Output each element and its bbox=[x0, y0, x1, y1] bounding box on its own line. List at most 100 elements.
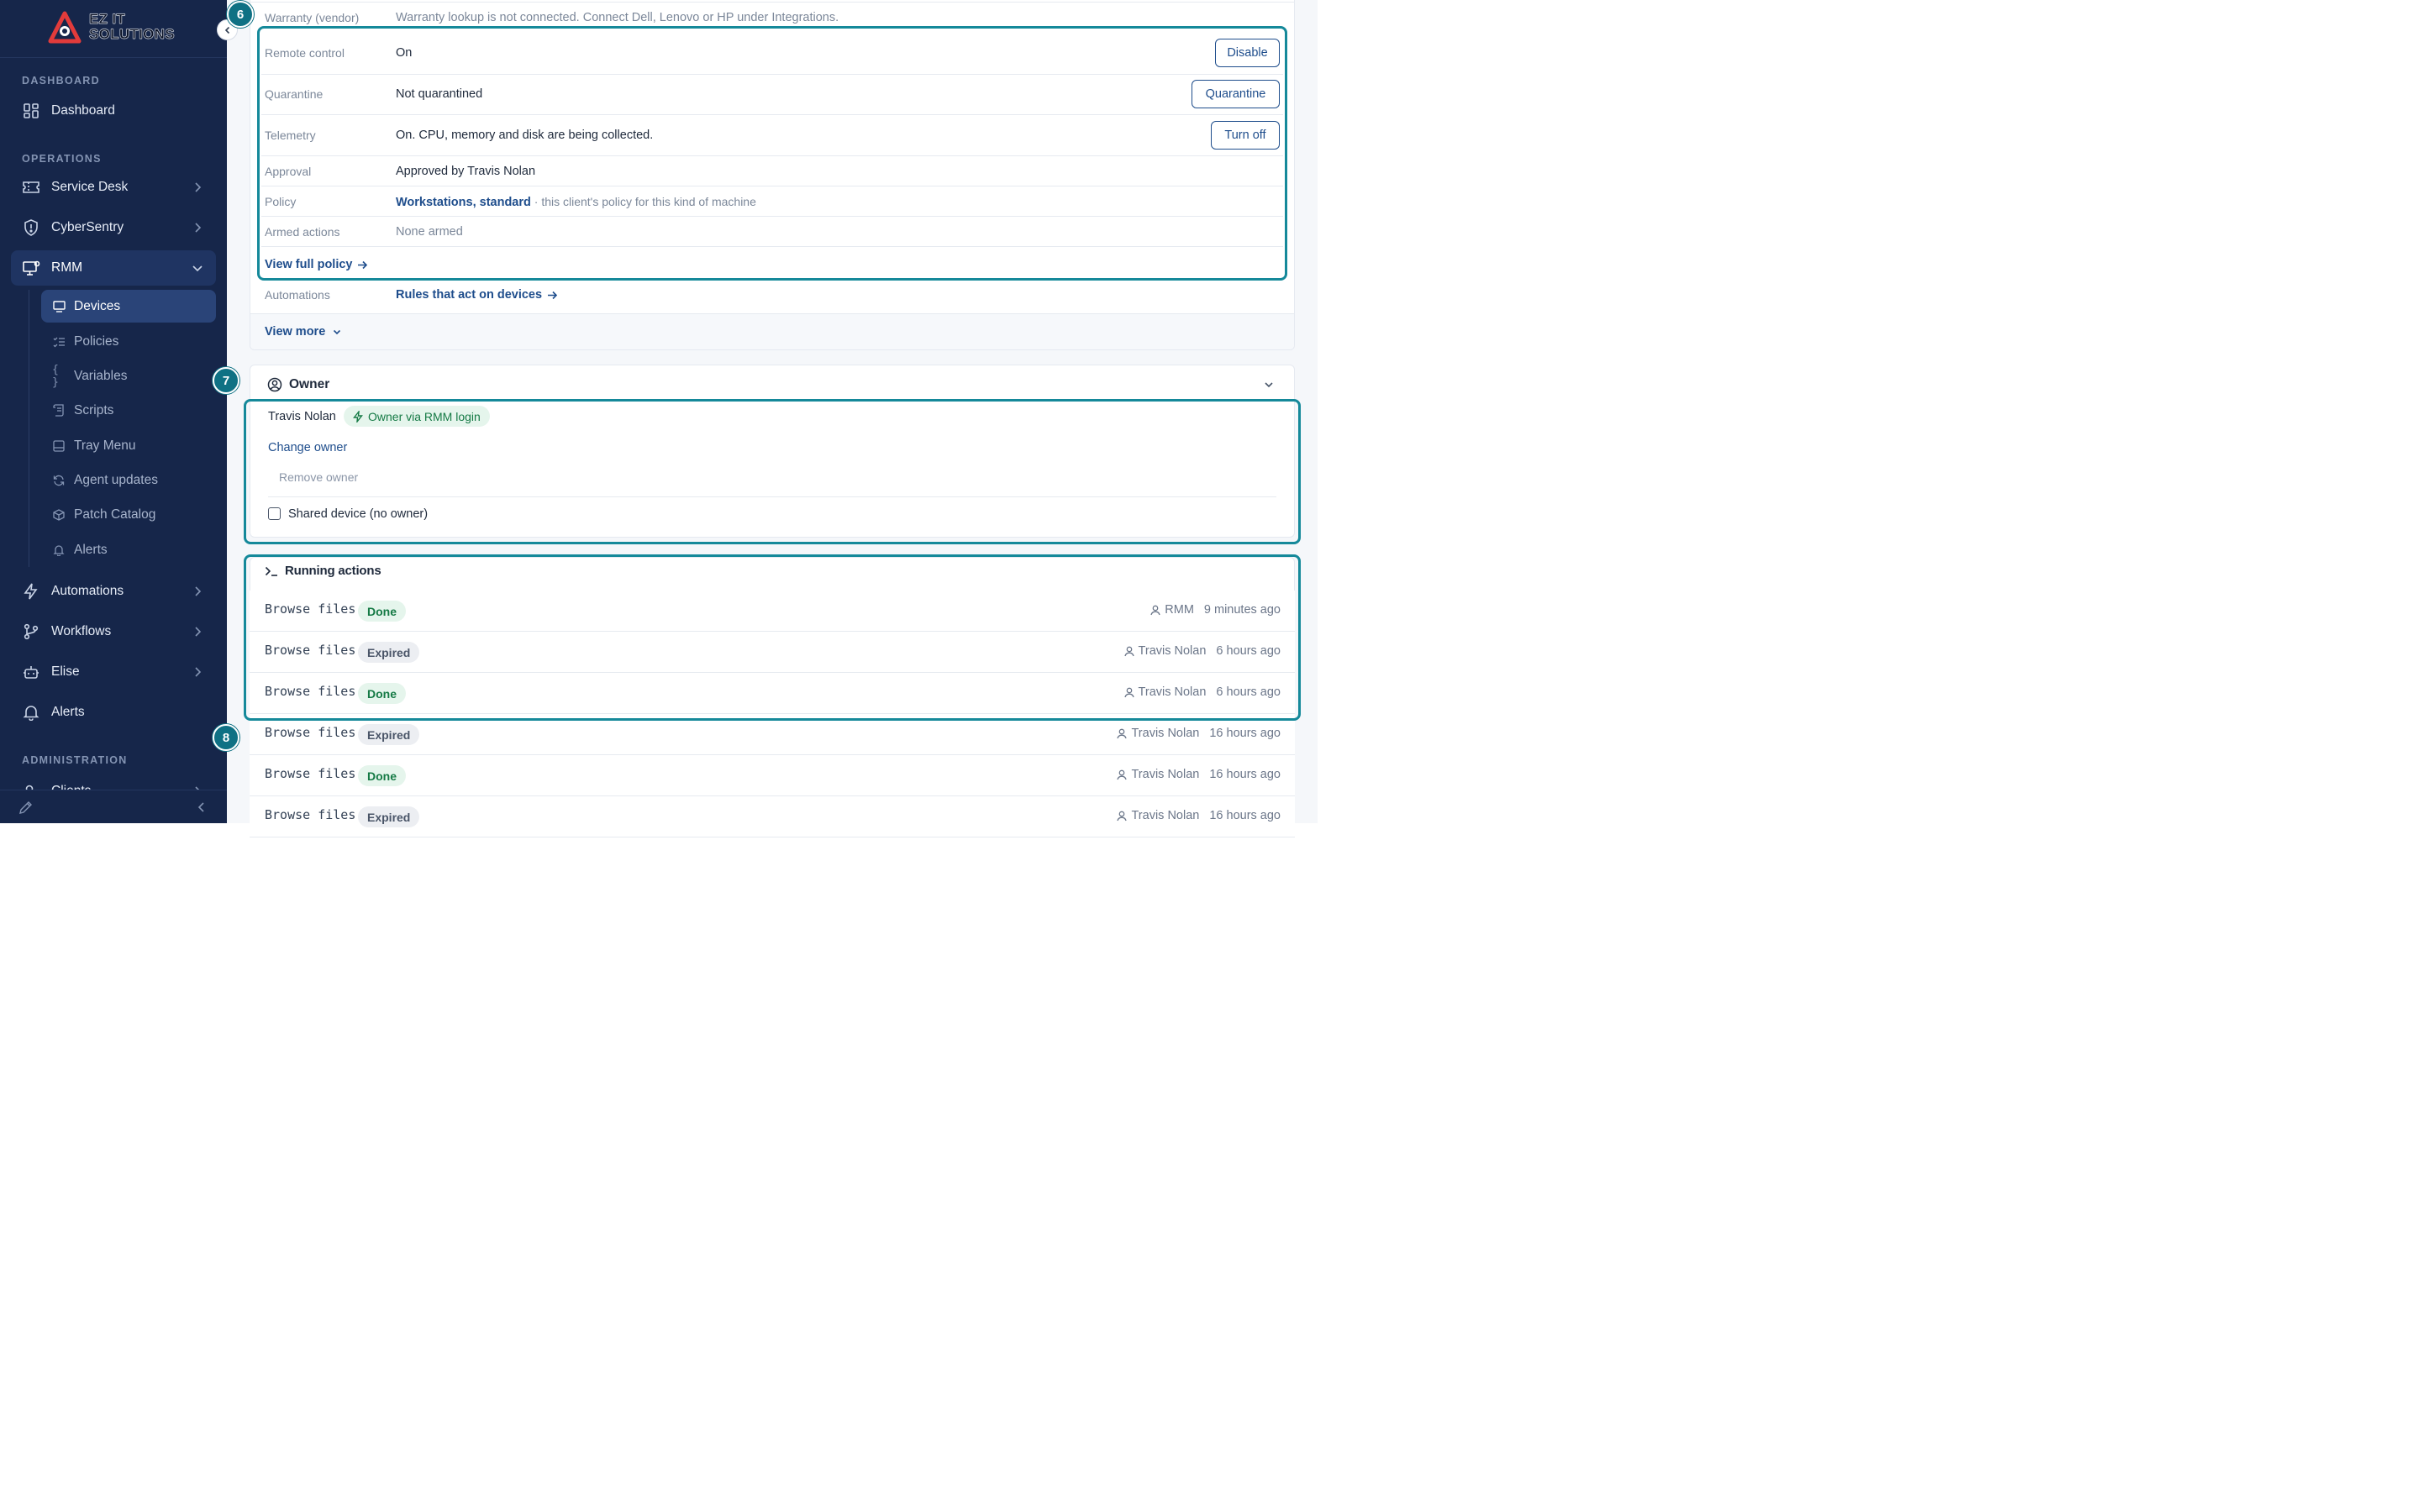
section-administration: ADMINISTRATION bbox=[22, 754, 128, 766]
sidebar-item-workflows[interactable]: Workflows bbox=[11, 614, 216, 649]
telemetry-label: Telemetry bbox=[265, 129, 316, 142]
turn-off-telemetry-button[interactable]: Turn off bbox=[1211, 121, 1280, 150]
sidebar-item-label: Service Desk bbox=[51, 180, 129, 194]
sidebar-item-label: Automations bbox=[51, 584, 124, 598]
disable-remote-button[interactable]: Disable bbox=[1215, 39, 1280, 67]
action-name: Browse files bbox=[265, 725, 356, 740]
action-meta: RMM 9 minutes ago bbox=[1150, 603, 1281, 617]
user-icon bbox=[1117, 811, 1128, 821]
policy-link[interactable]: Workstations, standard bbox=[396, 196, 531, 209]
sidebar-subitem-label: Tray Menu bbox=[74, 438, 136, 453]
sidebar-subitem-agent-updates[interactable]: Agent updates bbox=[41, 464, 216, 496]
step-badge-8: 8 bbox=[213, 724, 239, 751]
sidebar-item-elise[interactable]: Elise bbox=[11, 654, 216, 690]
action-time: 9 minutes ago bbox=[1203, 603, 1281, 617]
divider bbox=[261, 74, 1283, 75]
action-name: Browse files bbox=[265, 684, 356, 699]
sidebar-item-dashboard[interactable]: Dashboard bbox=[11, 93, 216, 129]
table-row[interactable]: Browse files Expired Travis Nolan 6 hours a… bbox=[250, 632, 1295, 673]
ticket-icon bbox=[22, 178, 40, 197]
status-badge: Done bbox=[358, 765, 406, 786]
owner-source-badge: Owner via RMM login bbox=[344, 406, 490, 427]
table-row[interactable]: Browse files Done Travis Nolan 6 hours ago bbox=[250, 673, 1295, 714]
monitor-icon bbox=[22, 259, 40, 277]
remove-owner-button[interactable]: Remove owner bbox=[279, 470, 358, 484]
initiator-name: Travis Nolan bbox=[1131, 768, 1200, 781]
sidebar-subitem-label: Agent updates bbox=[74, 472, 158, 487]
action-name: Browse files bbox=[265, 643, 356, 658]
user-icon bbox=[1117, 728, 1128, 738]
user-icon bbox=[1123, 687, 1134, 697]
user-circle-icon bbox=[267, 377, 282, 392]
sidebar-subitem-alerts[interactable]: Alerts bbox=[41, 533, 216, 566]
initiator-name: Travis Nolan bbox=[1138, 685, 1207, 699]
table-row[interactable]: Browse files Expired Travis Nolan 16 hours … bbox=[250, 796, 1295, 837]
sidebar-item-label: CyberSentry bbox=[51, 220, 124, 234]
action-name: Browse files bbox=[265, 807, 356, 822]
pencil-icon[interactable] bbox=[18, 800, 34, 815]
action-meta: Travis Nolan 16 hours ago bbox=[1117, 727, 1281, 740]
policy-value: Workstations, standard · this client's p… bbox=[396, 195, 756, 209]
action-initiator: Travis Nolan bbox=[1123, 644, 1206, 658]
package-icon bbox=[52, 508, 66, 522]
sidebar-subitem-scripts[interactable]: Scripts bbox=[41, 394, 216, 427]
sidebar-subitem-policies[interactable]: Policies bbox=[41, 325, 216, 358]
warranty-label: Warranty (vendor) bbox=[265, 11, 360, 24]
action-initiator: Travis Nolan bbox=[1117, 809, 1199, 822]
shared-device-label: Shared device (no owner) bbox=[288, 507, 429, 521]
sidebar-item-service-desk[interactable]: Service Desk bbox=[11, 170, 216, 205]
table-row[interactable]: Browse files Done Travis Nolan 16 hours ago bbox=[250, 755, 1295, 796]
sidebar-item-automations[interactable]: Automations bbox=[11, 574, 216, 609]
status-badge: Expired bbox=[358, 724, 420, 745]
view-more-button[interactable]: View more bbox=[265, 325, 342, 339]
chevron-right-icon bbox=[195, 182, 202, 192]
chevron-left-icon bbox=[224, 26, 229, 34]
refresh-icon bbox=[52, 474, 66, 487]
sidebar: EZ IT SOLUTIONS DASHBOARD Dashboard OPER… bbox=[0, 0, 227, 823]
view-full-policy-link[interactable]: View full policy bbox=[265, 258, 368, 271]
quarantine-value: Not quarantined bbox=[396, 87, 483, 101]
divider bbox=[250, 2, 1295, 3]
sidebar-subitem-tray-menu[interactable]: Tray Menu bbox=[41, 429, 216, 462]
divider bbox=[261, 155, 1283, 156]
arrow-right-icon bbox=[358, 260, 368, 269]
bell-icon bbox=[52, 543, 66, 557]
action-initiator: Travis Nolan bbox=[1117, 768, 1199, 781]
quarantine-button[interactable]: Quarantine bbox=[1192, 80, 1280, 108]
sidebar-item-label: Workflows bbox=[51, 624, 112, 638]
chevron-left-icon[interactable] bbox=[195, 801, 208, 814]
bolt-icon bbox=[353, 410, 363, 423]
action-initiator: Travis Nolan bbox=[1117, 727, 1199, 740]
logo[interactable]: EZ IT SOLUTIONS bbox=[0, 0, 227, 58]
sidebar-item-alerts[interactable]: Alerts bbox=[11, 695, 216, 730]
sidebar-item-cybersentry[interactable]: CyberSentry bbox=[11, 210, 216, 245]
remote-control-value: On bbox=[396, 46, 413, 60]
chevron-down-icon bbox=[334, 329, 341, 335]
status-badge: Expired bbox=[358, 806, 420, 827]
sidebar-item-rmm[interactable]: RMM bbox=[11, 250, 216, 286]
action-time: 16 hours ago bbox=[1209, 727, 1281, 740]
action-time: 6 hours ago bbox=[1216, 685, 1281, 699]
shared-device-checkbox[interactable] bbox=[268, 507, 281, 520]
sidebar-subitem-devices[interactable]: Devices bbox=[41, 290, 216, 323]
bot-icon bbox=[22, 663, 40, 681]
owner-header[interactable]: Owner bbox=[267, 377, 329, 392]
table-row[interactable]: Browse files Expired Travis Nolan 16 hours … bbox=[250, 714, 1295, 755]
warranty-value: Warranty lookup is not connected. Connec… bbox=[396, 11, 839, 24]
braces-icon: { } bbox=[52, 363, 59, 389]
sidebar-subitem-patch-catalog[interactable]: Patch Catalog bbox=[41, 498, 216, 531]
sidebar-subitem-label: Policies bbox=[74, 333, 119, 349]
tray-icon bbox=[52, 439, 66, 453]
policy-note: · this client's policy for this kind of … bbox=[530, 195, 756, 208]
monitor-icon bbox=[52, 300, 66, 313]
table-row[interactable]: Browse files Done RMM 9 minutes ago bbox=[250, 591, 1295, 632]
chevron-down-icon[interactable] bbox=[1263, 379, 1275, 391]
approval-value: Approved by Travis Nolan bbox=[396, 165, 536, 178]
sidebar-item-label: Elise bbox=[51, 664, 80, 679]
quarantine-label: Quarantine bbox=[265, 87, 324, 101]
sidebar-item-label: Alerts bbox=[51, 705, 85, 719]
change-owner-link[interactable]: Change owner bbox=[268, 441, 347, 454]
sidebar-subitem-variables[interactable]: { } Variables bbox=[41, 360, 216, 392]
action-time: 16 hours ago bbox=[1209, 809, 1281, 822]
automations-link[interactable]: Rules that act on devices bbox=[396, 288, 558, 302]
